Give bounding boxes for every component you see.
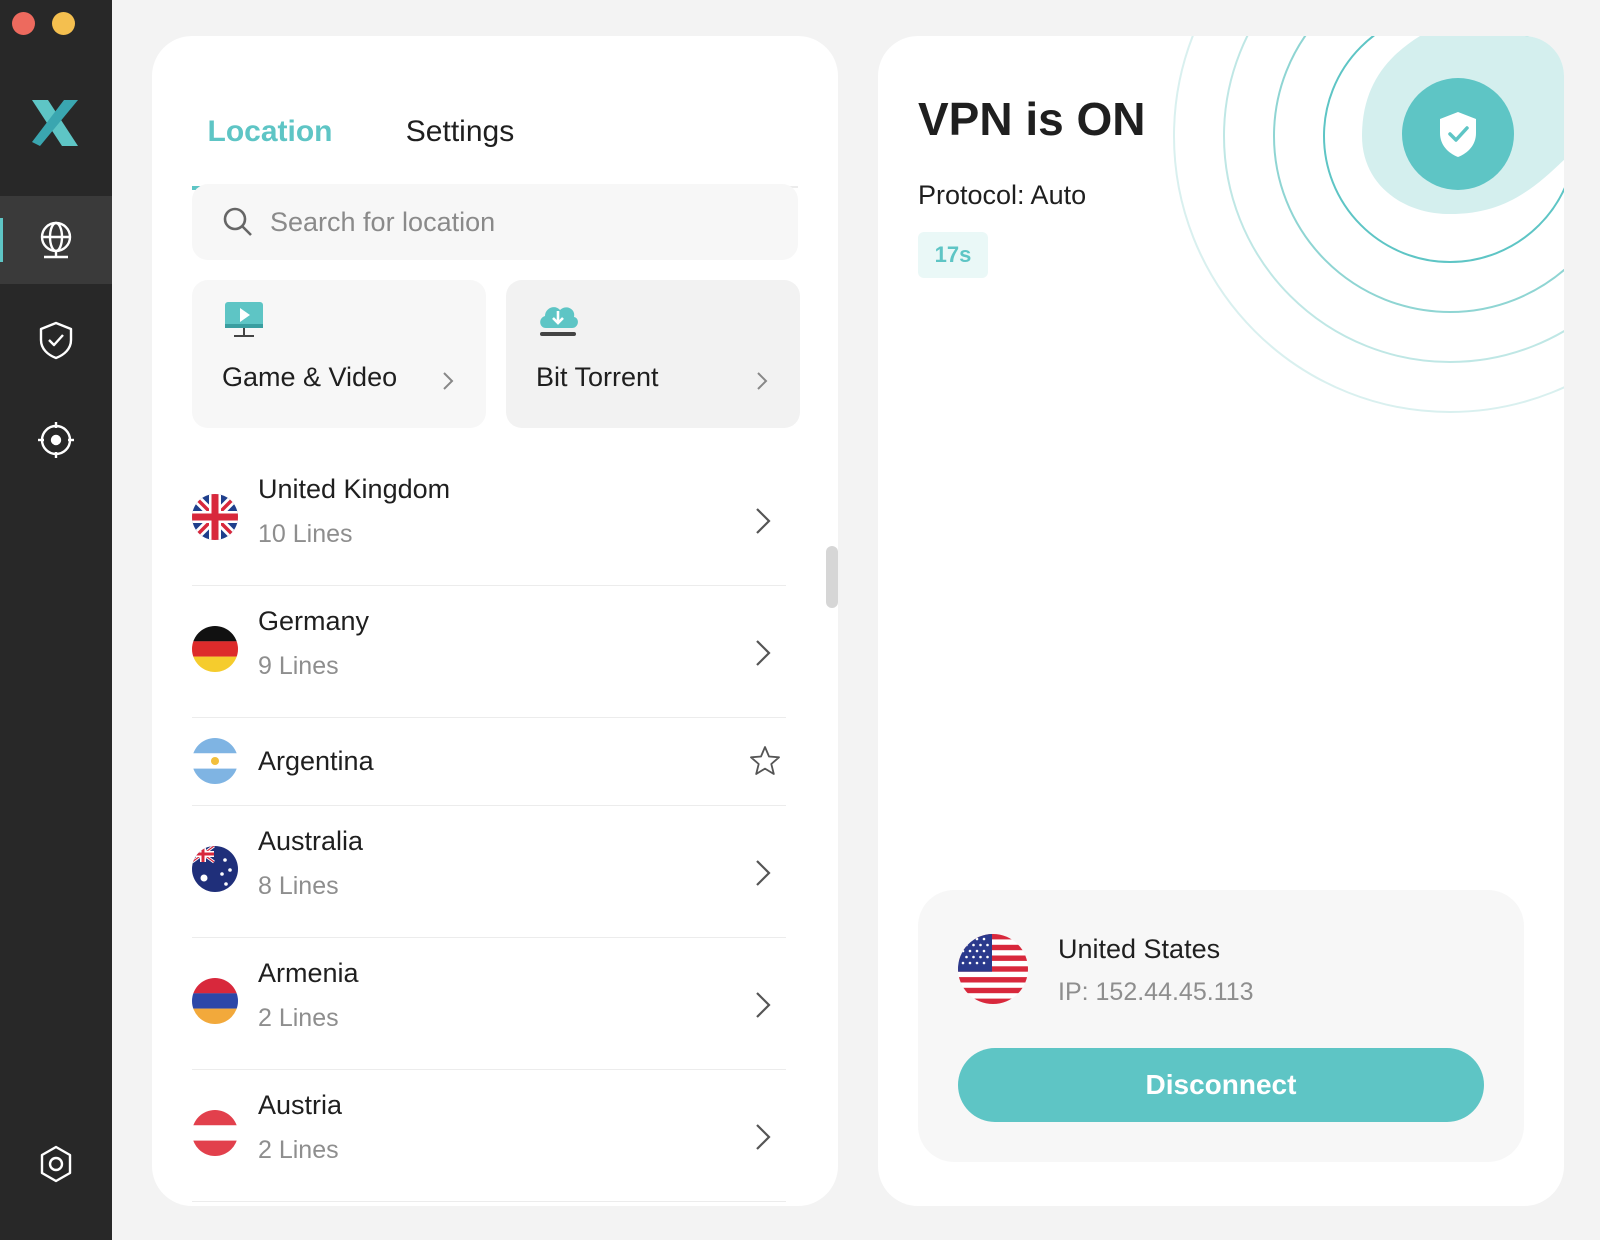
location-name: Argentina bbox=[258, 746, 374, 776]
shield-check-icon bbox=[39, 321, 73, 360]
austria-flag-icon bbox=[192, 1110, 238, 1156]
category-game-video[interactable]: Game & Video bbox=[192, 280, 486, 428]
favorite-star-icon[interactable] bbox=[748, 744, 782, 778]
location-list-scrollbar[interactable] bbox=[826, 546, 838, 608]
tab-location[interactable]: Location bbox=[192, 76, 348, 190]
settings-gear-icon bbox=[40, 1145, 72, 1183]
status-panel: VPN is ON Protocol: Auto 17s United Stat… bbox=[878, 36, 1564, 1206]
connected-country: United States bbox=[1058, 934, 1221, 964]
chevron-right-icon bbox=[443, 372, 454, 390]
search-box bbox=[192, 184, 798, 260]
nav-security[interactable] bbox=[0, 296, 112, 384]
cloud-download-icon bbox=[540, 307, 578, 336]
monitor-play-icon bbox=[225, 302, 263, 337]
chevron-right-icon bbox=[756, 992, 771, 1018]
tab-bar: Location Settings bbox=[192, 76, 798, 190]
location-name: Austria bbox=[258, 1090, 343, 1120]
location-name: Armenia bbox=[258, 958, 359, 988]
location-panel: Location Settings Game & Video Bit Torre… bbox=[152, 36, 838, 1206]
location-lines: 8 Lines bbox=[258, 872, 339, 900]
search-input[interactable] bbox=[270, 206, 750, 238]
connected-ip: IP: 152.44.45.113 bbox=[1058, 978, 1254, 1006]
disconnect-button[interactable]: Disconnect bbox=[958, 1048, 1484, 1122]
chevron-right-icon bbox=[756, 860, 771, 886]
location-lines: 10 Lines bbox=[258, 520, 353, 548]
chevron-right-icon bbox=[756, 1124, 771, 1150]
nav-locations[interactable] bbox=[0, 196, 112, 284]
location-lines: 9 Lines bbox=[258, 652, 339, 680]
location-lines: 2 Lines bbox=[258, 1136, 339, 1164]
vpn-status-title: VPN is ON bbox=[918, 93, 1146, 145]
window-minimize-button[interactable] bbox=[52, 12, 75, 35]
location-name: Germany bbox=[258, 606, 370, 636]
crosshair-icon bbox=[38, 422, 74, 458]
argentina-flag-icon bbox=[192, 738, 238, 784]
location-row-austria[interactable]: Austria 2 Lines bbox=[192, 1070, 786, 1202]
chevron-right-icon bbox=[757, 372, 768, 390]
connection-timer: 17s bbox=[918, 232, 988, 278]
chevron-right-icon bbox=[756, 640, 771, 666]
location-row-germany[interactable]: Germany 9 Lines bbox=[192, 586, 786, 718]
sidebar bbox=[0, 0, 112, 1240]
location-row-australia[interactable]: Australia 8 Lines bbox=[192, 806, 786, 938]
globe-icon bbox=[40, 221, 72, 259]
location-lines: 2 Lines bbox=[258, 1004, 339, 1032]
category-bit-torrent[interactable]: Bit Torrent bbox=[506, 280, 800, 428]
location-row-argentina[interactable]: Argentina bbox=[192, 718, 786, 806]
australia-flag-icon bbox=[192, 846, 238, 892]
tab-settings[interactable]: Settings bbox=[388, 76, 532, 188]
category-label: Bit Torrent bbox=[536, 362, 659, 392]
app-logo-icon bbox=[32, 100, 78, 146]
germany-flag-icon bbox=[192, 626, 238, 672]
nav-settings[interactable] bbox=[0, 1120, 112, 1208]
search-icon bbox=[223, 207, 252, 236]
window-close-button[interactable] bbox=[12, 12, 35, 35]
location-row-armenia[interactable]: Armenia 2 Lines bbox=[192, 938, 786, 1070]
location-list: United Kingdom 10 Lines Germany 9 Lines bbox=[192, 454, 786, 1202]
nav-target[interactable] bbox=[0, 396, 112, 484]
armenia-flag-icon bbox=[192, 978, 238, 1024]
location-name: Australia bbox=[258, 826, 364, 856]
uk-flag-icon bbox=[192, 494, 238, 540]
protocol-label: Protocol: Auto bbox=[918, 180, 1087, 210]
location-row-united-kingdom[interactable]: United Kingdom 10 Lines bbox=[192, 454, 786, 586]
category-label: Game & Video bbox=[222, 362, 398, 392]
connection-card: United States IP: 152.44.45.113 Disconne… bbox=[918, 890, 1524, 1162]
chevron-right-icon bbox=[756, 508, 771, 534]
vpn-shield-icon bbox=[1402, 78, 1514, 190]
us-flag-icon bbox=[958, 934, 1028, 1004]
location-name: United Kingdom bbox=[258, 474, 451, 504]
